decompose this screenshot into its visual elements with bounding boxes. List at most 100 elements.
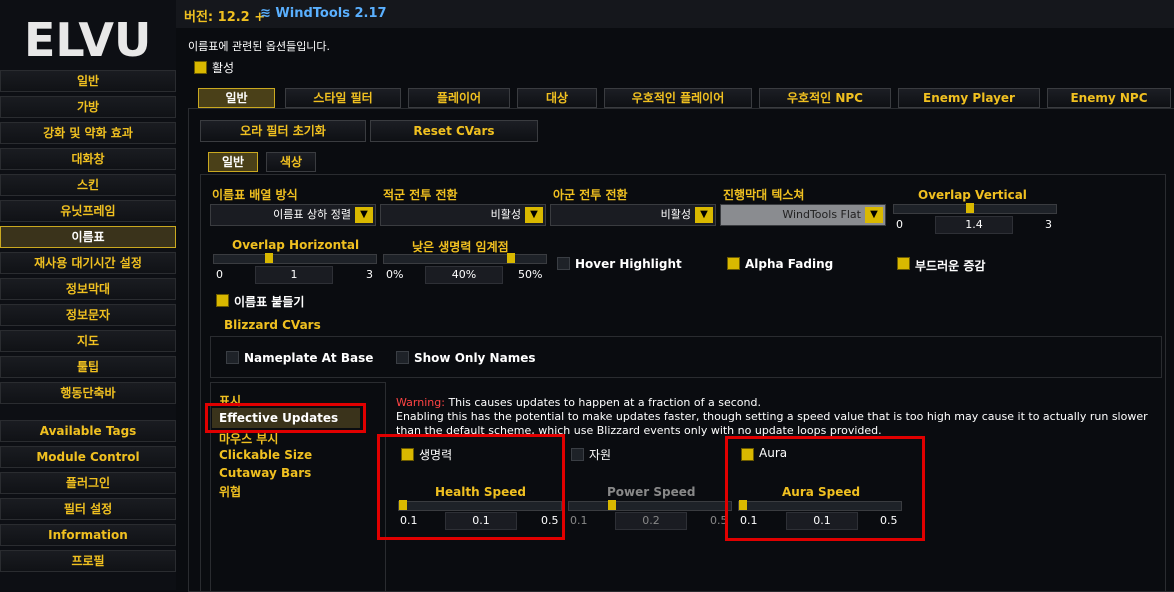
tab-friendly-player[interactable]: 우호적인 플레이어 bbox=[604, 88, 752, 108]
nameplate-at-base-checkbox[interactable] bbox=[226, 351, 239, 364]
clamp-nameplates-label: 이름표 붙들기 bbox=[234, 295, 305, 309]
sidebar-item-skins[interactable]: 스킨 bbox=[0, 174, 176, 196]
enable-label: 활성 bbox=[212, 61, 235, 75]
chevron-down-icon[interactable]: ▼ bbox=[355, 207, 373, 223]
description: 이름표에 관련된 옵션들입니다. bbox=[188, 40, 331, 53]
sidebar-item-nameplates[interactable]: 이름표 bbox=[0, 226, 176, 248]
power-speed-slider[interactable] bbox=[568, 500, 732, 511]
sort-direction-label: 이름표 배열 방식 bbox=[212, 188, 298, 202]
overlap-vertical-slider[interactable] bbox=[893, 203, 1057, 214]
tab-target[interactable]: 대상 bbox=[517, 88, 597, 108]
overlap-horizontal-label: Overlap Horizontal bbox=[232, 238, 360, 252]
sidebar: ELVUI 일반가방강화 및 약화 효과대화창스킨유닛프레임이름표재사용 대기시… bbox=[0, 0, 176, 590]
friendly-combat-toggle-dropdown[interactable]: 비활성 ▼ bbox=[550, 204, 716, 226]
subtab-color[interactable]: 색상 bbox=[266, 152, 316, 172]
enable-checkbox[interactable] bbox=[194, 61, 207, 74]
sidebar-item-auras[interactable]: 강화 및 약화 효과 bbox=[0, 122, 176, 144]
smooth-bars-label: 부드러운 증감 bbox=[915, 259, 986, 273]
nameplate-at-base-label: Nameplate At Base bbox=[244, 351, 374, 365]
sidebar-item-datatexts[interactable]: 정보문자 bbox=[0, 304, 176, 326]
overlap-vertical-min: 0 bbox=[896, 218, 903, 231]
overlap-vertical-label: Overlap Vertical bbox=[918, 188, 1027, 202]
overlap-vertical-value[interactable]: 1.4 bbox=[935, 216, 1013, 234]
svg-text:ELVUI: ELVUI bbox=[24, 13, 152, 64]
hover-highlight-label: Hover Highlight bbox=[575, 257, 682, 271]
low-health-threshold-slider[interactable] bbox=[383, 253, 547, 264]
elvui-logo: ELVUI bbox=[24, 13, 152, 64]
sidebar-item-available-tags[interactable]: Available Tags bbox=[0, 420, 176, 442]
sidebar-item-plugins[interactable]: 플러그인 bbox=[0, 472, 176, 494]
friendly-combat-toggle-value: 비활성 bbox=[660, 208, 691, 221]
statusbar-texture-dropdown[interactable]: WindTools Flat ▼ bbox=[720, 204, 886, 226]
power-speed-label: Power Speed bbox=[607, 485, 696, 499]
sidebar-item-chat[interactable]: 대화창 bbox=[0, 148, 176, 170]
blizzard-cvars-heading: Blizzard CVars bbox=[224, 318, 321, 332]
show-only-names-label: Show Only Names bbox=[414, 351, 536, 365]
sidebar-item-tooltip[interactable]: 툴팁 bbox=[0, 356, 176, 378]
sidebar-item-cooldown-text[interactable]: 재사용 대기시간 설정 bbox=[0, 252, 176, 274]
low-health-threshold-value[interactable]: 40% bbox=[425, 266, 503, 284]
sidebar-item-maps[interactable]: 지도 bbox=[0, 330, 176, 352]
warning-line2: Enabling this has the potential to make … bbox=[396, 410, 1148, 437]
chevron-down-icon[interactable]: ▼ bbox=[865, 207, 883, 223]
reset-aura-filter-button[interactable]: 오라 필터 초기화 bbox=[200, 120, 366, 142]
alpha-fading-checkbox[interactable] bbox=[727, 257, 740, 270]
tab-style-filter[interactable]: 스타일 필터 bbox=[285, 88, 401, 108]
tab-friendly-npc[interactable]: 우호적인 NPC bbox=[759, 88, 891, 108]
power-speed-value[interactable]: 0.2 bbox=[615, 512, 687, 530]
power-label: 자원 bbox=[589, 448, 612, 462]
sidebar-item-bags[interactable]: 가방 bbox=[0, 96, 176, 118]
overlap-horizontal-max: 3 bbox=[366, 268, 373, 281]
subtab-general[interactable]: 일반 bbox=[208, 152, 258, 172]
sidebar-item-module-control[interactable]: Module Control bbox=[0, 446, 176, 468]
statusbar-texture-value: WindTools Flat bbox=[782, 208, 861, 221]
warning-line1: This causes updates to happen at a fract… bbox=[448, 396, 761, 409]
header-bar: 버전: 12.2 + ≋ WindTools 2.17 bbox=[176, 0, 1174, 29]
enemy-combat-toggle-label: 적군 전투 전환 bbox=[383, 188, 458, 202]
sidebar-item-actionbars[interactable]: 행동단축바 bbox=[0, 382, 176, 404]
submenu-item-clickable-size[interactable]: Clickable Size bbox=[219, 448, 312, 462]
sidebar-item-databars[interactable]: 정보막대 bbox=[0, 278, 176, 300]
smooth-bars-checkbox[interactable] bbox=[897, 257, 910, 270]
show-only-names-checkbox[interactable] bbox=[396, 351, 409, 364]
chevron-down-icon[interactable]: ▼ bbox=[695, 207, 713, 223]
friendly-combat-toggle-label: 아군 전투 전환 bbox=[553, 188, 628, 202]
sort-direction-dropdown[interactable]: 이름표 상하 정렬 ▼ bbox=[210, 204, 376, 226]
tab-enemy-npc[interactable]: Enemy NPC bbox=[1047, 88, 1171, 108]
slider-thumb[interactable] bbox=[265, 253, 273, 263]
overlap-horizontal-value[interactable]: 1 bbox=[255, 266, 333, 284]
sidebar-item-profiles[interactable]: 프로필 bbox=[0, 550, 176, 572]
enemy-combat-toggle-value: 비활성 bbox=[490, 208, 521, 221]
low-health-threshold-label: 낮은 생명력 임계점 bbox=[412, 240, 509, 254]
overlap-horizontal-min: 0 bbox=[216, 268, 223, 281]
warning-prefix: Warning: bbox=[396, 396, 445, 409]
slider-thumb[interactable] bbox=[966, 203, 974, 213]
low-health-threshold-max: 50% bbox=[518, 268, 543, 281]
tab-enemy-player[interactable]: Enemy Player bbox=[898, 88, 1040, 108]
submenu-item-cutaway-bars[interactable]: Cutaway Bars bbox=[219, 466, 311, 480]
enemy-combat-toggle-dropdown[interactable]: 비활성 ▼ bbox=[380, 204, 546, 226]
reset-cvars-button[interactable]: Reset CVars bbox=[370, 120, 538, 142]
sidebar-item-filters[interactable]: 필터 설정 bbox=[0, 498, 176, 520]
chevron-down-icon[interactable]: ▼ bbox=[525, 207, 543, 223]
power-speed-min: 0.1 bbox=[570, 514, 588, 527]
highlight-box-effective-updates bbox=[205, 403, 366, 433]
power-checkbox[interactable] bbox=[571, 448, 584, 461]
submenu-item-threat[interactable]: 위협 bbox=[219, 483, 241, 500]
warning-text: Warning: This causes updates to happen a… bbox=[396, 396, 1166, 438]
slider-thumb[interactable] bbox=[608, 500, 616, 510]
low-health-threshold-min: 0% bbox=[386, 268, 404, 281]
slider-thumb[interactable] bbox=[507, 253, 515, 263]
highlight-box-health bbox=[377, 434, 565, 540]
clamp-nameplates-checkbox[interactable] bbox=[216, 294, 229, 307]
hover-highlight-checkbox[interactable] bbox=[557, 257, 570, 270]
tab-general[interactable]: 일반 bbox=[198, 88, 275, 108]
sidebar-item-general[interactable]: 일반 bbox=[0, 70, 176, 92]
version-label: 버전: 12.2 + bbox=[184, 10, 266, 25]
sidebar-item-unitframes[interactable]: 유닛프레임 bbox=[0, 200, 176, 222]
statusbar-texture-label: 진행막대 텍스쳐 bbox=[723, 188, 805, 202]
sidebar-item-information[interactable]: Information bbox=[0, 524, 176, 546]
overlap-horizontal-slider[interactable] bbox=[213, 253, 377, 264]
overlap-vertical-max: 3 bbox=[1045, 218, 1052, 231]
tab-player[interactable]: 플레이어 bbox=[408, 88, 510, 108]
